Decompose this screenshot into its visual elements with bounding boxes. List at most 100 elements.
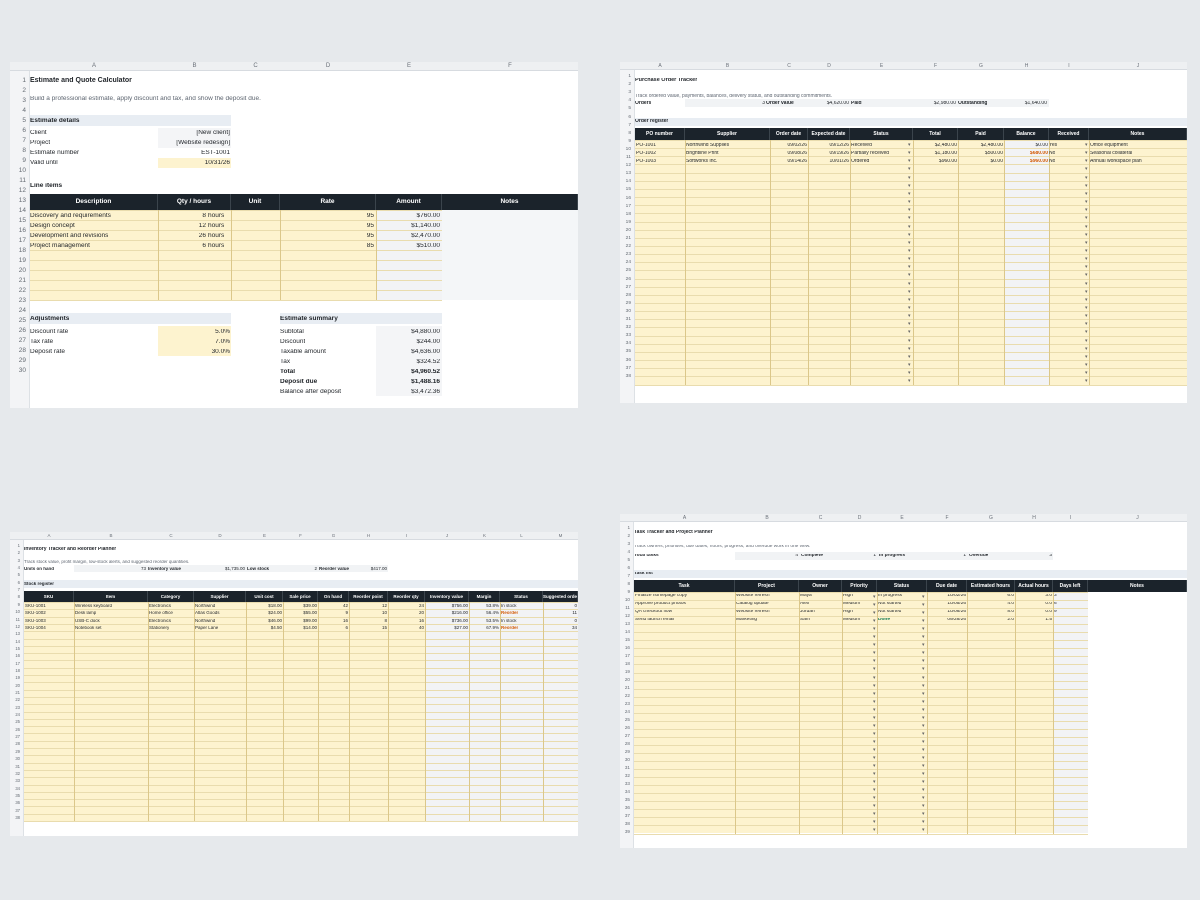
column-header[interactable]: D	[808, 62, 850, 70]
dropdown-arrow-icon[interactable]: ▾	[908, 370, 911, 376]
due-date[interactable]: 10/08/26	[927, 610, 966, 615]
table-header[interactable]: Due date	[927, 580, 967, 592]
row-number[interactable]: 11	[625, 605, 630, 610]
row-number[interactable]: 6	[627, 565, 630, 570]
estimated-hours[interactable]: 4.0	[967, 602, 1014, 607]
dropdown-arrow-icon[interactable]: ▾	[873, 779, 876, 785]
row-number[interactable]: 15	[19, 217, 26, 224]
dropdown-arrow-icon[interactable]: ▾	[922, 811, 925, 817]
dropdown-arrow-icon[interactable]: ▾	[908, 240, 911, 246]
column-header[interactable]: J	[1088, 514, 1187, 522]
supplier[interactable]: Northwind	[195, 604, 215, 609]
row-number[interactable]: 2	[18, 550, 20, 555]
dropdown-arrow-icon[interactable]: ▾	[922, 707, 925, 713]
dropdown-arrow-icon[interactable]: ▾	[1085, 329, 1088, 335]
table-header[interactable]: Reorder point	[349, 591, 388, 602]
owner[interactable]: Alex	[800, 602, 809, 607]
dropdown-arrow-icon[interactable]: ▾	[873, 634, 876, 640]
row-number[interactable]: 17	[625, 653, 630, 658]
table-header[interactable]: Suggested order	[543, 591, 578, 602]
row-number[interactable]: 10	[625, 597, 630, 602]
row-number[interactable]: 1	[627, 525, 630, 530]
row-number[interactable]: 13	[15, 631, 20, 636]
reorder-point[interactable]: 8	[349, 619, 387, 624]
row-number[interactable]: 35	[626, 349, 631, 354]
order-notes[interactable]: Seasonal collateral	[1090, 151, 1132, 156]
column-header[interactable]: C	[770, 62, 808, 70]
row-number[interactable]: 16	[19, 227, 26, 234]
priority[interactable]: High	[843, 594, 853, 599]
owner[interactable]: Maya	[800, 594, 812, 599]
task-status[interactable]: Not started	[878, 610, 901, 615]
row-number[interactable]: 26	[626, 277, 631, 282]
table-header[interactable]: Supplier	[685, 128, 770, 140]
row-number[interactable]: 15	[626, 187, 631, 192]
dropdown-arrow-icon[interactable]: ▾	[922, 731, 925, 737]
table-header[interactable]: PO number	[635, 128, 685, 140]
dropdown-arrow-icon[interactable]: ▾	[873, 707, 876, 713]
dropdown-arrow-icon[interactable]: ▾	[1085, 240, 1088, 246]
dropdown-arrow-icon[interactable]: ▾	[908, 297, 911, 303]
reorder-qty[interactable]: 16	[388, 619, 424, 624]
row-number[interactable]: 7	[628, 123, 631, 128]
row-number[interactable]: 34	[626, 341, 631, 346]
row-number[interactable]: 19	[19, 257, 26, 264]
dropdown-arrow-icon[interactable]: ▾	[908, 281, 911, 287]
dropdown-arrow-icon[interactable]: ▾	[922, 755, 925, 761]
table-header[interactable]: Priority	[842, 580, 877, 592]
item-description[interactable]: Project management	[30, 243, 90, 250]
table-header[interactable]: Rate	[280, 194, 376, 210]
dropdown-arrow-icon[interactable]: ▾	[908, 199, 911, 205]
project[interactable]: Website refresh	[736, 594, 770, 599]
row-number[interactable]: 8	[22, 147, 26, 154]
estimated-hours[interactable]: 8.0	[967, 610, 1014, 615]
row-number[interactable]: 18	[15, 668, 20, 673]
dropdown-arrow-icon[interactable]: ▾	[908, 329, 911, 335]
item-name[interactable]: Desk lamp	[75, 611, 96, 616]
discount-rate-value[interactable]: 5.0%	[158, 329, 230, 336]
on-hand[interactable]: 6	[318, 626, 348, 631]
dropdown-arrow-icon[interactable]: ▾	[1085, 183, 1088, 189]
row-number[interactable]: 14	[15, 639, 20, 644]
order-status[interactable]: Ordered	[851, 159, 869, 164]
dropdown-arrow-icon[interactable]: ▾	[922, 787, 925, 793]
dropdown-arrow-icon[interactable]: ▾	[1085, 215, 1088, 221]
table-header[interactable]: Status	[850, 128, 913, 140]
estimate-number-value[interactable]: EST-1001	[158, 150, 230, 157]
project[interactable]: Catalog update	[736, 602, 769, 607]
row-number[interactable]: 30	[625, 757, 630, 762]
dropdown-arrow-icon[interactable]: ▾	[873, 731, 876, 737]
dropdown-arrow-icon[interactable]: ▾	[873, 747, 876, 753]
dropdown-arrow-icon[interactable]: ▾	[1085, 264, 1088, 270]
dropdown-arrow-icon[interactable]: ▾	[873, 723, 876, 729]
item-rate[interactable]: 95	[280, 223, 374, 230]
dropdown-arrow-icon[interactable]: ▾	[1085, 305, 1088, 311]
dropdown-arrow-icon[interactable]: ▾	[908, 215, 911, 221]
dropdown-arrow-icon[interactable]: ▾	[908, 321, 911, 327]
row-number[interactable]: 20	[19, 267, 26, 274]
row-number[interactable]: 27	[626, 285, 631, 290]
row-number[interactable]: 10	[15, 609, 20, 614]
item-name[interactable]: Wireless keyboard	[75, 604, 112, 609]
dropdown-arrow-icon[interactable]: ▾	[1085, 142, 1088, 148]
project[interactable]: Website refresh	[736, 610, 770, 615]
supplier[interactable]: Paper Lane	[195, 626, 218, 631]
row-number[interactable]: 1	[18, 543, 20, 548]
column-header[interactable]: D	[194, 532, 246, 540]
order-date[interactable]: 09/14/26	[770, 159, 807, 164]
row-number[interactable]: 9	[627, 589, 630, 594]
row-number[interactable]: 25	[625, 717, 630, 722]
row-number[interactable]: 18	[19, 247, 26, 254]
supplier[interactable]: Northwind	[195, 619, 215, 624]
order-received[interactable]: Yes	[1049, 143, 1057, 148]
row-number[interactable]: 35	[625, 797, 630, 802]
row-number[interactable]: 5	[627, 557, 630, 562]
row-number[interactable]: 20	[15, 683, 20, 688]
owner[interactable]: Jordan	[800, 610, 815, 615]
order-date[interactable]: 09/08/26	[770, 151, 807, 156]
due-date[interactable]: 10/05/26	[927, 602, 966, 607]
row-number[interactable]: 36	[626, 358, 631, 363]
project[interactable]: Marketing	[736, 618, 757, 623]
row-number[interactable]: 12	[15, 624, 20, 629]
row-number[interactable]: 3	[627, 541, 630, 546]
